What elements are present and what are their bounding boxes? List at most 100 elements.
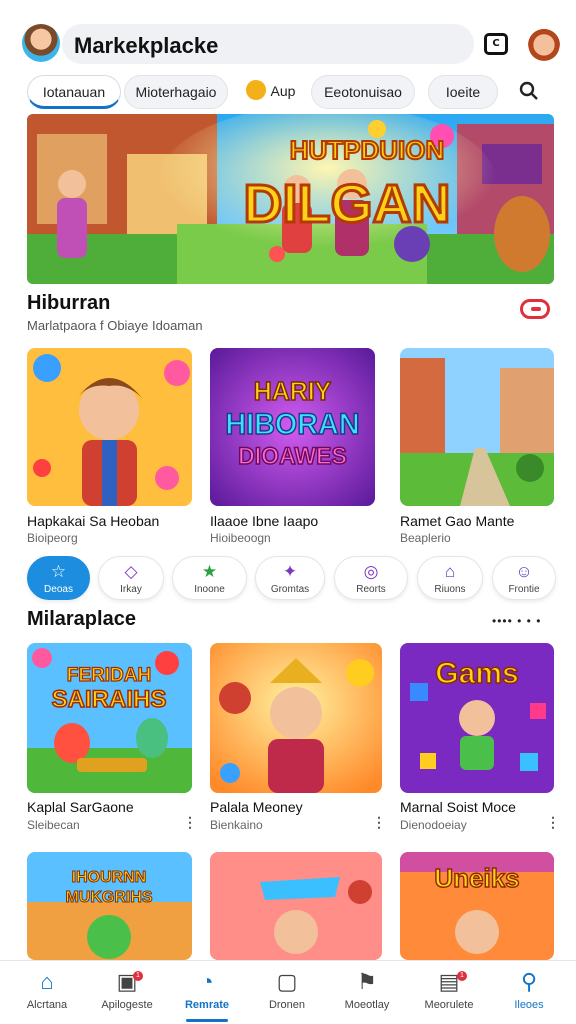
game-card[interactable]: FERIDAH SAIRAIHS (27, 643, 192, 793)
game-card[interactable]: HARIY HIBORAN DIOAWES (210, 348, 375, 506)
nav-item-moeotlay[interactable]: ⚑ Moeotlay (329, 969, 405, 1011)
card-subtitle: Dienodoeiay (400, 818, 467, 832)
device-icon: ▢ (276, 969, 298, 994)
profile-avatar[interactable] (528, 24, 560, 62)
nav-label: Meorulete (424, 999, 474, 1011)
nav-label: Remrate (184, 999, 230, 1011)
tab-label: Mioterhagaio (135, 84, 217, 100)
card-title: Kaplal SarGaone (27, 799, 134, 815)
card-subtitle: Bioipeorg (27, 531, 78, 545)
game-card[interactable] (400, 348, 554, 506)
chip-irkay[interactable]: ◇ Irkay (98, 556, 164, 600)
cast-icon[interactable]: C (484, 33, 508, 55)
card-art-text: Gams (435, 657, 518, 690)
gamepad-icon: ◎ (363, 562, 379, 581)
nav-item-apilogeste[interactable]: ▣ Apilogeste 1 (89, 969, 165, 1011)
sparkle-icon: ✦ (282, 562, 298, 581)
chat-icon: ▤ (438, 969, 460, 994)
search-person-icon: ◔ (200, 969, 214, 994)
chip-gromtas[interactable]: ✦ Gromtas (255, 556, 325, 600)
card-title: Marnal Soist Moce (400, 799, 516, 815)
chip-label: Deoas (44, 584, 73, 595)
tab-label: Iotanauan (42, 84, 106, 100)
more-options-icon[interactable]: ⋮ (546, 815, 560, 829)
chip-frontie[interactable]: ☺ Frontie (492, 556, 556, 600)
nav-label: Apilogeste (101, 999, 153, 1011)
emoji-icon (246, 80, 266, 100)
card-art-text: Uneiks (434, 863, 519, 893)
section-title: Milaraplace (27, 608, 136, 630)
card-subtitle: Sleibecan (27, 818, 80, 832)
nav-item-dronen[interactable]: ▢ Dronen (249, 969, 325, 1011)
hero-banner[interactable]: HUTPDUION DILGAN (27, 114, 554, 284)
hero-title-main: DILGAN (244, 174, 451, 234)
section-title: Hiburran (27, 292, 111, 314)
search-bar[interactable]: Markekplacke (62, 24, 474, 64)
app-logo-avatar[interactable] (22, 24, 60, 62)
nav-label: Moeotlay (344, 999, 390, 1011)
profile-icon: ☺ (515, 562, 533, 581)
tab-ioeite[interactable]: Ioeite (428, 75, 498, 109)
notification-badge: 1 (133, 971, 143, 981)
tab-mioterhagaio[interactable]: Mioterhagaio (124, 75, 228, 109)
nav-item-ileoes[interactable]: ⚲ Ileoes (491, 969, 567, 1011)
star-filled-icon: ★ (201, 562, 218, 581)
chip-riuons[interactable]: ⌂ Riuons (417, 556, 483, 600)
section-subtitle: Marlatpaora f Obiaye Idoaman (27, 318, 203, 333)
chart-icon: ⌂ (444, 562, 456, 581)
tab-aup[interactable]: Aup (266, 75, 300, 109)
card-title: Ramet Gao Mante (400, 513, 515, 529)
game-card[interactable]: IHOURNN MUKGRIHS (27, 852, 192, 960)
marketplace-screen: Markekplacke C Iotanauan Mioterhagaio Au… (0, 0, 576, 1024)
nav-label: Dronen (268, 999, 306, 1011)
chip-inoone[interactable]: ★ Inoone (172, 556, 247, 600)
game-card[interactable] (210, 643, 382, 793)
search-icon[interactable] (518, 80, 540, 102)
star-icon: ☆ (50, 562, 67, 581)
card-art-text: DIOAWES (238, 443, 347, 470)
game-card[interactable] (210, 852, 382, 960)
card-art-text: SAIRAIHS (52, 686, 167, 713)
nav-label: Alcrtana (26, 999, 68, 1011)
chip-label: Irkay (120, 584, 142, 595)
card-subtitle: Bienkaino (210, 818, 263, 832)
tab-eeotonuisao[interactable]: Eeotonuisao (311, 75, 415, 109)
game-card[interactable]: Uneiks (400, 852, 554, 960)
top-bar: Markekplacke C (0, 0, 576, 86)
flag-icon: ⚑ (357, 969, 377, 994)
bottom-navigation: ⌂ Alcrtana ▣ Apilogeste 1 ◔ Remrate ▢ Dr… (0, 960, 576, 1024)
nav-item-remrate[interactable]: ◔ Remrate (169, 969, 245, 1011)
nav-label: Ileoes (514, 999, 544, 1011)
app-title: Markekplacke (74, 33, 219, 58)
more-options-icon[interactable]: ⋮ (372, 815, 386, 829)
chip-deoas[interactable]: ☆ Deoas (27, 556, 90, 600)
card-art-text: HARIY (254, 378, 332, 407)
nav-item-meorulete[interactable]: ▤ Meorulete 1 (411, 969, 487, 1011)
tab-label: Aup (270, 83, 296, 99)
game-card[interactable] (27, 348, 192, 506)
more-indicator[interactable]: •••• • • • (492, 614, 541, 628)
chip-label: Frontie (508, 584, 540, 595)
card-art-text: HIBORAN (225, 407, 359, 441)
chip-label: Inoone (194, 584, 225, 595)
hero-title-top: HUTPDUION (290, 135, 445, 165)
notification-badge: 1 (457, 971, 467, 981)
more-options-icon[interactable]: ⋮ (183, 815, 197, 829)
home-icon: ⌂ (40, 969, 54, 994)
card-title: Ilaaoe Ibne Iaapo (210, 513, 319, 529)
nav-item-alcrtana[interactable]: ⌂ Alcrtana (9, 969, 85, 1011)
tab-label: Ioeite (445, 84, 481, 100)
card-art-text: FERIDAH (67, 665, 151, 686)
section-toggle[interactable] (520, 299, 550, 319)
chip-label: Riuons (434, 584, 466, 595)
game-card[interactable]: Gams (400, 643, 554, 793)
diamond-icon: ◇ (124, 562, 138, 581)
chip-reorts[interactable]: ◎ Reorts (334, 556, 408, 600)
card-title: Hapkakai Sa Heoban (27, 513, 160, 529)
tab-label: Eeotonuisao (324, 84, 402, 100)
search-icon: ⚲ (520, 969, 538, 994)
active-tab-indicator (186, 1019, 228, 1022)
tab-iotanauan[interactable]: Iotanauan (27, 75, 121, 109)
chip-label: Gromtas (270, 584, 310, 595)
bag-icon: ▣ (116, 969, 138, 994)
